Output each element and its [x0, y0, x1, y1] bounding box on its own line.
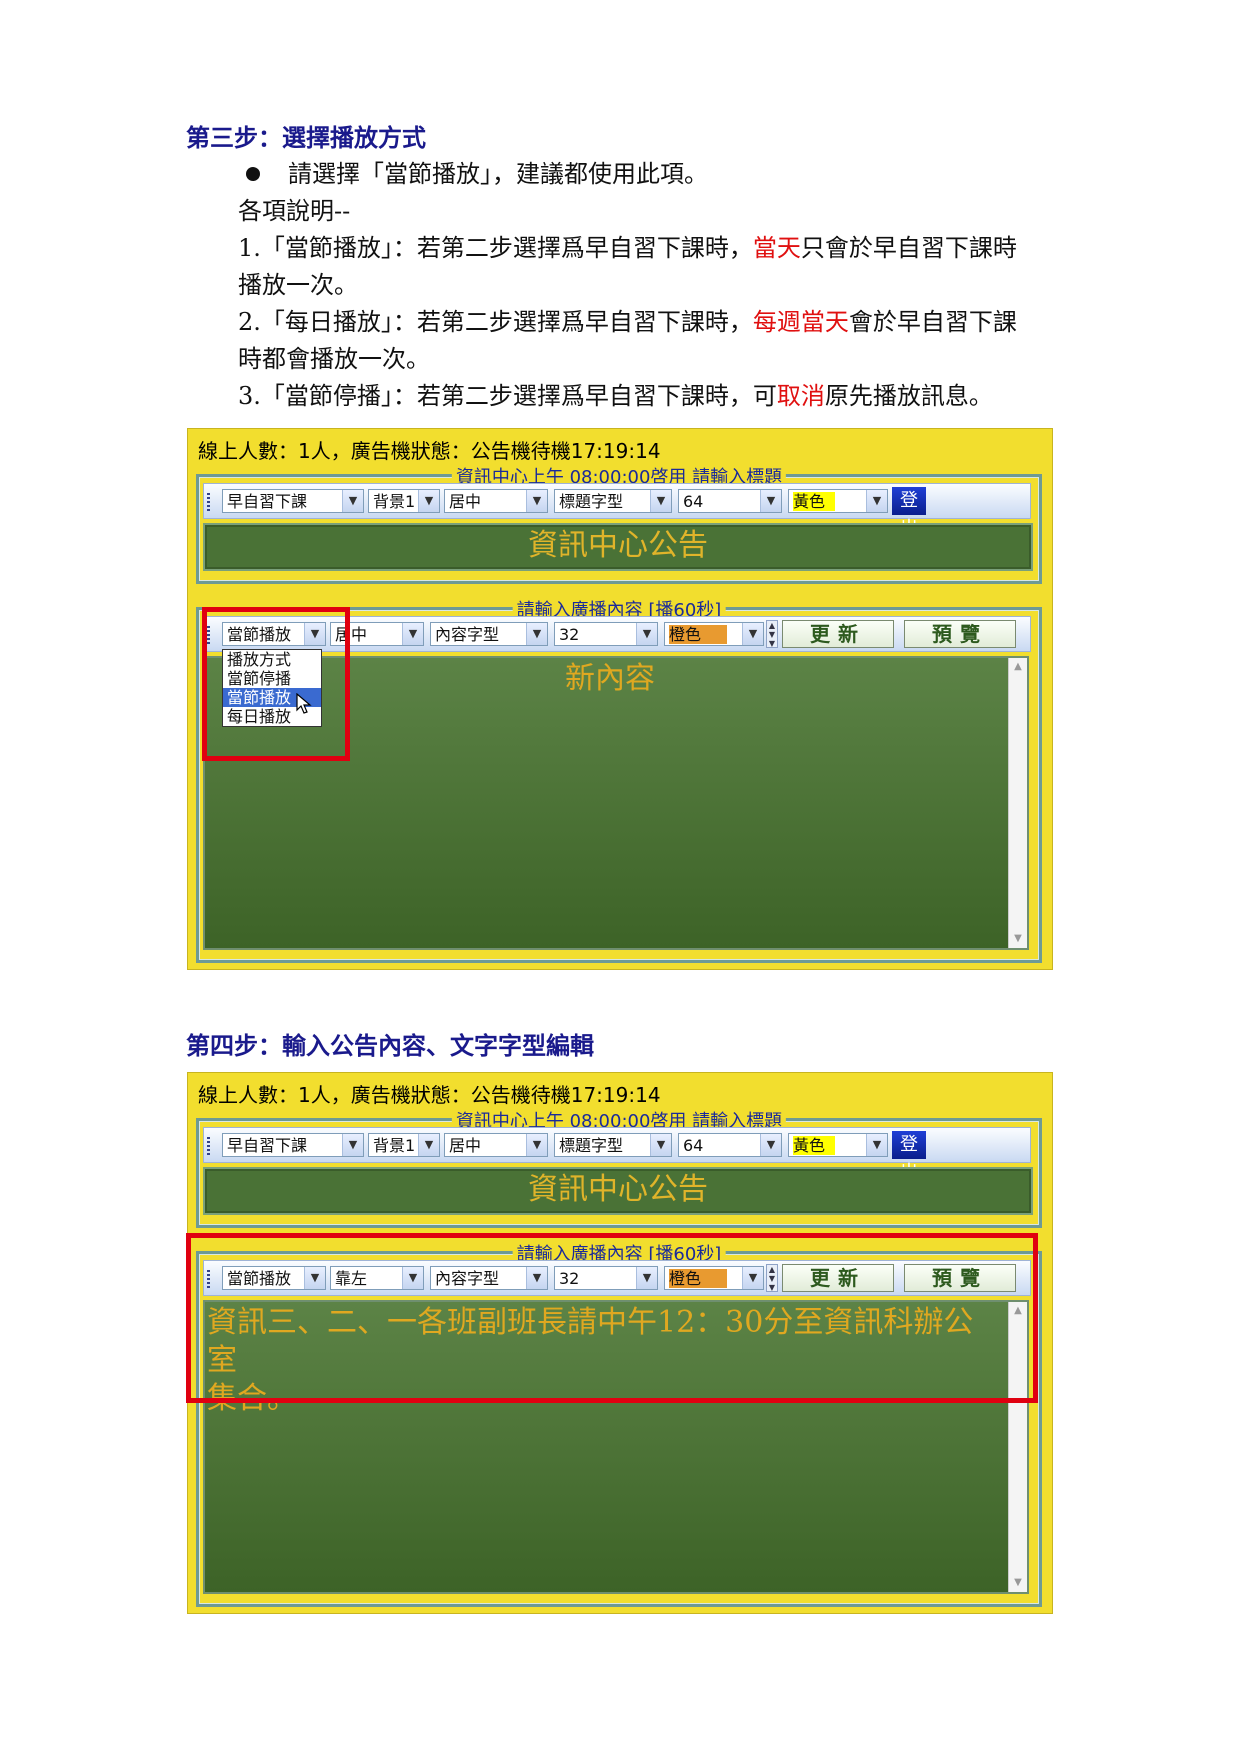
step3-title: 第三步：選擇播放方式	[186, 123, 426, 152]
title-toolbar: 早自習下課▼ 背景1▼ 居中▼ 標題字型▼ 64▼ 黃色▼ 登出	[203, 483, 1031, 539]
logout-button[interactable]: 登出	[892, 487, 926, 539]
title-font-select[interactable]: 標題字型 ▼	[554, 489, 672, 513]
background-select[interactable]: 背景1 ▼	[368, 1133, 440, 1157]
step3-item1: 1.「當節播放」：若第二步選擇爲早自習下課時，當天只會於早自習下課時	[238, 234, 1017, 262]
period-select[interactable]: 早自習下課 ▼	[222, 1133, 364, 1157]
scroll-down-icon[interactable]: ▼	[1009, 1574, 1027, 1592]
chevron-down-icon[interactable]: ▼	[742, 623, 763, 645]
background-select[interactable]: 背景1 ▼	[368, 489, 440, 513]
content-font-select[interactable]: 內容字型 ▼	[430, 622, 548, 646]
scroll-up-icon[interactable]: ▲	[1009, 658, 1027, 676]
status-text: 線上人數：1人，廣告機狀態：公告機待機17:19:14	[198, 439, 661, 463]
highlight-box	[202, 607, 350, 761]
step3-item3: 3.「當節停播」：若第二步選擇爲早自習下課時，可取消原先播放訊息。	[238, 382, 993, 410]
chevron-down-icon[interactable]: ▼	[526, 1134, 547, 1156]
preview-button[interactable]: 預覽	[904, 620, 1016, 648]
chevron-down-icon[interactable]: ▼	[636, 623, 657, 645]
chevron-down-icon[interactable]: ▼	[866, 490, 887, 512]
chevron-down-icon[interactable]: ▼	[760, 490, 781, 512]
announcement-panel-2: 線上人數：1人，廣告機狀態：公告機待機17:19:14 資訊中心上午 08:00…	[186, 1072, 1053, 1614]
step4-title: 第四步：輸入公告內容、文字字型編輯	[186, 1031, 594, 1060]
chevron-down-icon[interactable]: ▼	[526, 490, 547, 512]
title-groupbox: 資訊中心上午 08:00:00啓用 請輸入標題 早自習下課 ▼ 背景1 ▼ 居中 ▼ …	[196, 463, 1042, 584]
chevron-down-icon[interactable]: ▼	[402, 623, 423, 645]
scroll-down-icon[interactable]: ▼	[1009, 930, 1027, 948]
highlight-box	[186, 1233, 1038, 1403]
step3-item2-cont: 時都會播放一次。	[238, 345, 430, 373]
chevron-down-icon[interactable]: ▼	[650, 1134, 671, 1156]
chevron-down-icon[interactable]: ▼	[418, 490, 439, 512]
step3-item2: 2.「每日播放」：若第二步選擇爲早自習下課時，每週當天會於早自習下課	[238, 308, 1017, 336]
step3-desc-header: 各項說明--	[238, 197, 351, 225]
logout-button[interactable]: 登出	[892, 1131, 926, 1183]
title-font-select[interactable]: 標題字型 ▼	[554, 1133, 672, 1157]
chevron-down-icon[interactable]: ▼	[526, 623, 547, 645]
scrollbar[interactable]: ▲ ▼	[1008, 658, 1027, 948]
title-align-select[interactable]: 居中 ▼	[444, 489, 548, 513]
status-text: 線上人數：1人，廣告機狀態：公告機待機17:19:14	[198, 1083, 661, 1107]
title-display[interactable]: 資訊中心公告	[203, 523, 1033, 571]
content-text: 新內容	[565, 661, 655, 696]
chevron-down-icon[interactable]: ▼	[866, 1134, 887, 1156]
chevron-down-icon[interactable]: ▼	[342, 1134, 363, 1156]
chevron-down-icon[interactable]: ▼	[418, 1134, 439, 1156]
chevron-down-icon[interactable]: ▼	[760, 1134, 781, 1156]
grip-icon[interactable]	[207, 1137, 210, 1155]
title-display[interactable]: 資訊中心公告	[203, 1167, 1033, 1215]
title-align-select[interactable]: 居中 ▼	[444, 1133, 548, 1157]
more-arrows-icon[interactable]: ▲ ▼ ▼	[766, 620, 778, 648]
announcement-panel-1: 線上人數：1人，廣告機狀態：公告機待機17:19:14 資訊中心上午 08:00…	[187, 428, 1053, 970]
period-select[interactable]: 早自習下課 ▼	[222, 489, 364, 513]
title-groupbox: 資訊中心上午 08:00:00啓用 請輸入標題 早自習下課 ▼ 背景1 ▼ 居中 ▼ …	[196, 1107, 1042, 1228]
chevron-down-icon[interactable]: ▼	[650, 490, 671, 512]
title-color-select[interactable]: 黃色 ▼	[788, 489, 888, 513]
title-color-select[interactable]: 黃色 ▼	[788, 1133, 888, 1157]
step3-bullet-text: 請選擇「當節播放」，建議都使用此項。	[288, 160, 708, 188]
chevron-down-icon[interactable]: ▼	[342, 490, 363, 512]
grip-icon[interactable]	[207, 493, 210, 511]
title-size-select[interactable]: 64 ▼	[678, 1133, 782, 1157]
bullet-dot	[246, 167, 260, 181]
content-size-select[interactable]: 32 ▼	[554, 622, 658, 646]
title-size-select[interactable]: 64 ▼	[678, 489, 782, 513]
update-button[interactable]: 更新	[782, 620, 894, 648]
content-color-select[interactable]: 橙色 ▼	[664, 622, 764, 646]
step3-item1-cont: 播放一次。	[238, 271, 358, 299]
title-toolbar: 早自習下課▼ 背景1▼ 居中▼ 標題字型▼ 64▼ 黃色▼ 登出	[203, 1127, 1031, 1183]
